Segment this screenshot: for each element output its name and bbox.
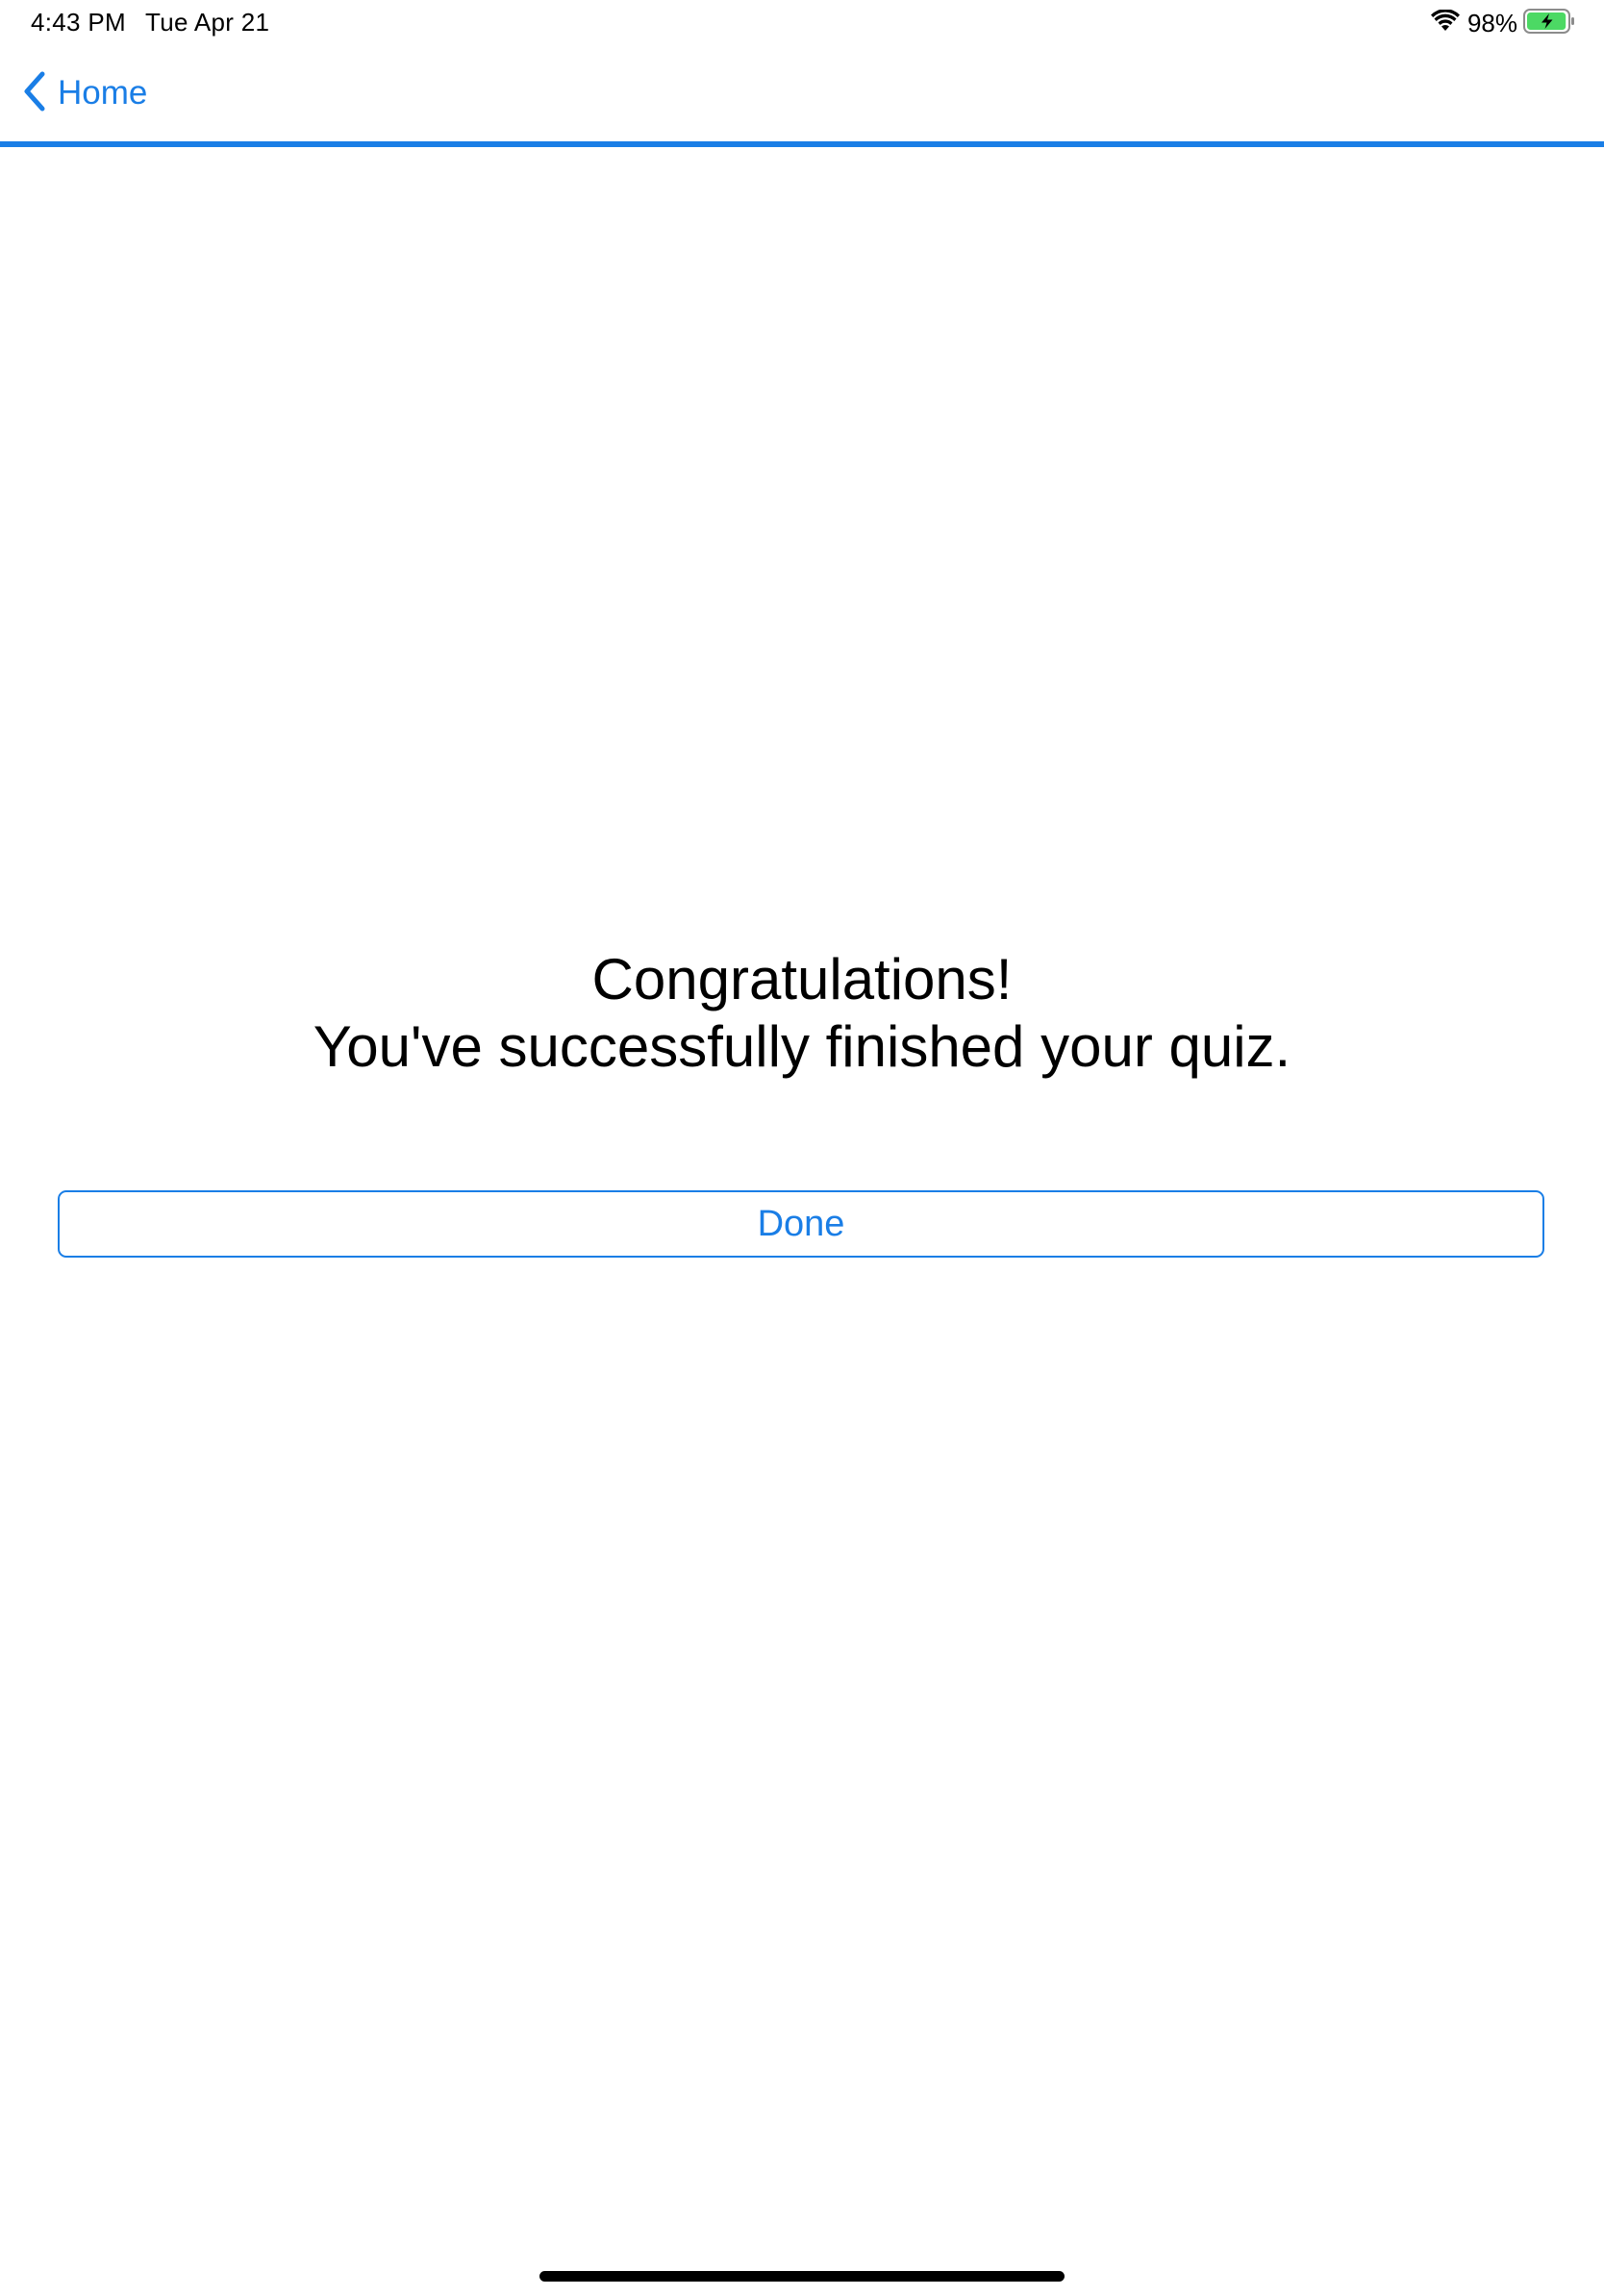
nav-divider [0, 141, 1604, 147]
status-time: 4:43 PM [31, 8, 126, 37]
battery-charging-icon [1523, 8, 1575, 38]
quiz-complete-screen: 4:43 PM Tue Apr 21 98% Home Congratulati… [0, 0, 1604, 2296]
status-bar: 4:43 PM Tue Apr 21 98% [0, 0, 1604, 46]
wifi-icon [1430, 8, 1467, 37]
back-button-label: Home [58, 74, 148, 112]
congratulations-heading: Congratulations! [591, 947, 1013, 1011]
navigation-bar: Home [0, 46, 1604, 142]
battery-percentage: 98% [1466, 8, 1517, 37]
completion-message: Congratulations! You've successfully fin… [0, 946, 1604, 1081]
back-button[interactable]: Home [21, 69, 147, 117]
done-button[interactable]: Done [58, 1190, 1544, 1258]
chevron-left-icon [21, 70, 58, 117]
status-indicators: 98% [1430, 6, 1575, 40]
status-date: Tue Apr 21 [145, 8, 270, 37]
home-indicator[interactable] [539, 2271, 1065, 2282]
completion-text: You've successfully finished your quiz. [313, 1014, 1291, 1079]
